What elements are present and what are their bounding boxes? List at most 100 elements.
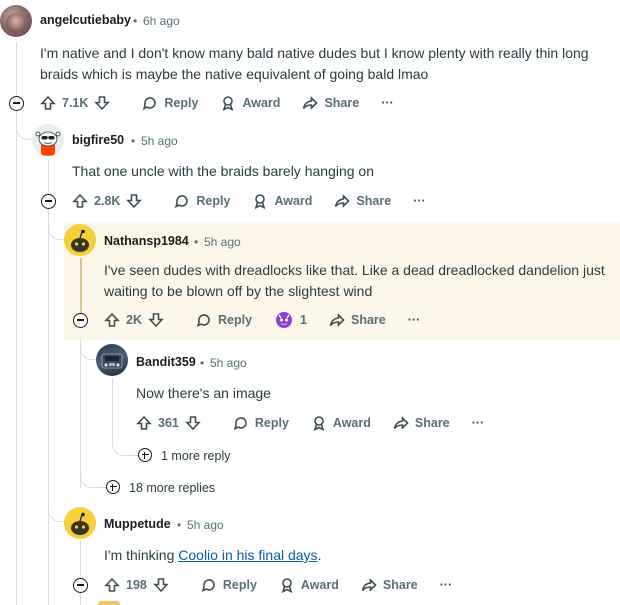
comment-body: Now there's an image — [136, 385, 271, 401]
share-button[interactable]: Share — [361, 577, 418, 593]
avatar[interactable] — [64, 224, 96, 256]
award-icon — [281, 578, 293, 593]
share-button[interactable]: Share — [302, 95, 359, 111]
downvote-icon[interactable] — [94, 95, 111, 111]
more-replies-link[interactable]: 18 more replies — [129, 481, 215, 495]
share-label: Share — [356, 194, 392, 208]
thread-branch-more-1 — [112, 438, 138, 456]
reply-label: Reply — [222, 578, 257, 592]
comment-timestamp[interactable]: 5h ago — [210, 356, 247, 370]
vote-group: 361 — [136, 415, 201, 431]
reply-button[interactable]: Reply — [196, 312, 252, 328]
thread-branch-more-18 — [80, 470, 106, 488]
award-icon — [313, 416, 325, 431]
collapse-button[interactable] — [41, 194, 56, 209]
reply-button[interactable]: Reply — [174, 193, 230, 209]
downvote-icon[interactable] — [153, 577, 169, 593]
avatar[interactable] — [64, 507, 96, 539]
next-comment-avatar-partial — [98, 601, 120, 605]
reply-label: Reply — [217, 313, 253, 327]
more-replies-link[interactable]: 1 more reply — [161, 449, 230, 463]
expand-replies-icon[interactable] — [106, 480, 120, 494]
snoo-avatar-icon — [35, 131, 61, 156]
overflow-menu-button[interactable]: ··· — [381, 96, 394, 110]
award-label: Award — [332, 416, 371, 430]
upvote-icon[interactable] — [104, 577, 120, 593]
share-label: Share — [414, 416, 450, 430]
reply-icon — [233, 417, 247, 430]
collapse-button[interactable] — [9, 96, 24, 111]
overflow-icon: ··· — [407, 313, 421, 327]
meta-separator: • — [194, 235, 199, 249]
comment-text: . — [317, 547, 322, 563]
overflow-menu-button[interactable]: ··· — [413, 194, 426, 208]
meta-separator: • — [200, 356, 205, 370]
award-count: 1 — [300, 313, 307, 327]
overflow-icon: ··· — [439, 578, 453, 592]
comment-author[interactable]: angelcutiebaby — [40, 13, 131, 27]
comment-author[interactable]: Nathansp1984 — [104, 234, 189, 248]
comment-text: I'm thinking — [104, 547, 179, 563]
overflow-menu-button[interactable]: ··· — [440, 578, 453, 592]
vote-group: 198 — [104, 577, 169, 593]
reply-label: Reply — [164, 96, 199, 110]
upvote-icon[interactable] — [72, 193, 88, 209]
comment-actions: 2.8K Reply Award Share ··· — [72, 189, 448, 213]
award-button[interactable]: Award — [279, 577, 339, 593]
truck-avatar-icon — [101, 353, 123, 369]
share-button[interactable]: Share — [393, 415, 450, 431]
overflow-icon: ··· — [413, 194, 426, 208]
collapse-button[interactable] — [73, 578, 88, 593]
meta-separator: • — [133, 14, 138, 28]
comment-timestamp[interactable]: 5h ago — [141, 134, 178, 148]
comment-author[interactable]: Bandit359 — [136, 355, 196, 369]
overflow-icon: ··· — [471, 416, 485, 430]
award-button[interactable]: Award — [220, 95, 280, 111]
upvote-icon[interactable] — [40, 95, 56, 111]
award-label: Award — [300, 578, 339, 592]
share-icon — [303, 96, 319, 110]
default-snoo-icon — [71, 229, 89, 252]
downvote-icon[interactable] — [185, 415, 201, 431]
default-snoo-icon — [71, 512, 89, 535]
thread-line-level3-muppet — [80, 540, 81, 605]
meta-separator: • — [177, 518, 182, 532]
downvote-icon[interactable] — [148, 312, 164, 328]
overflow-menu-button[interactable]: ··· — [472, 416, 485, 430]
comment-timestamp[interactable]: 5h ago — [187, 518, 224, 532]
reply-button[interactable]: Reply — [233, 415, 289, 431]
award-button[interactable]: Award — [311, 415, 371, 431]
award-button[interactable]: Award — [252, 193, 312, 209]
share-button[interactable]: Share — [334, 193, 391, 209]
upvote-icon[interactable] — [136, 415, 152, 431]
award-icon — [255, 194, 266, 209]
award-button[interactable]: 1 — [274, 310, 307, 330]
comment-author[interactable]: bigfire50 — [72, 133, 124, 147]
vote-count: 7.1K — [62, 96, 89, 110]
reply-button[interactable]: Reply — [142, 95, 198, 111]
upvote-icon[interactable] — [104, 312, 120, 328]
vote-count: 2K — [126, 313, 142, 327]
overflow-menu-button[interactable]: ··· — [408, 313, 421, 327]
comment-body: I've seen dudes with dreadlocks like tha… — [104, 262, 605, 299]
share-label: Share — [324, 96, 360, 110]
comment-timestamp[interactable]: 5h ago — [204, 235, 241, 249]
share-label: Share — [350, 313, 386, 327]
share-label: Share — [382, 578, 418, 592]
collapse-button[interactable] — [73, 313, 88, 328]
downvote-icon[interactable] — [126, 193, 143, 209]
share-icon — [335, 194, 351, 208]
expand-replies-icon[interactable] — [138, 448, 152, 462]
comment-timestamp[interactable]: 6h ago — [143, 14, 180, 28]
avatar[interactable] — [32, 124, 64, 156]
reply-button[interactable]: Reply — [201, 577, 257, 593]
comment-author[interactable]: Muppetude — [104, 517, 171, 531]
external-link[interactable]: Coolio in his final days — [178, 547, 317, 563]
vote-count: 2.8K — [94, 194, 121, 208]
vote-count: 361 — [158, 416, 179, 430]
avatar[interactable] — [96, 344, 128, 376]
thread-line-level4 — [112, 378, 113, 438]
avatar[interactable] — [0, 5, 32, 37]
share-button[interactable]: Share — [329, 312, 386, 328]
vote-group: 2K — [104, 312, 164, 328]
